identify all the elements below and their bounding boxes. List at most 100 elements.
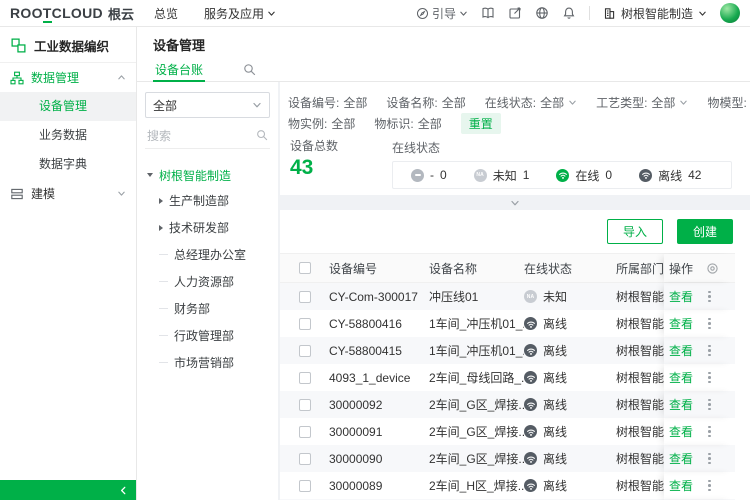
view-link[interactable]: 查看: [669, 423, 693, 440]
device-name-cell: 冲压线01: [429, 288, 524, 305]
filter-label: 在线状态:: [485, 94, 536, 111]
create-button[interactable]: 创建: [677, 219, 733, 244]
row-checkbox[interactable]: [299, 345, 311, 357]
import-button[interactable]: 导入: [607, 219, 663, 244]
view-link[interactable]: 查看: [669, 450, 693, 467]
table-row[interactable]: 300000922车间_G区_焊接...离线树根智能制造查看: [280, 391, 735, 418]
sidebar-item-数据字典[interactable]: 数据字典: [0, 150, 136, 179]
sidebar-item-业务数据[interactable]: 业务数据: [0, 121, 136, 150]
row-checkbox-cell: [280, 372, 329, 384]
dept-cell: 树根智能制造: [616, 369, 664, 386]
tree-node-技术研发部[interactable]: 技术研发部: [145, 214, 270, 241]
topnav-item-overview[interactable]: 总览: [154, 5, 178, 22]
status-dot-offline: [524, 425, 537, 438]
guide-label: 引导: [432, 5, 456, 22]
table-row[interactable]: CY-Com-300017冲压线01NA未知树根智能制造查看: [280, 283, 735, 310]
row-menu-button[interactable]: [706, 478, 713, 494]
filter-row-2: 物实例:全部 物标识:全部 重置: [288, 114, 742, 132]
row-checkbox[interactable]: [299, 291, 311, 303]
view-link[interactable]: 查看: [669, 342, 693, 359]
tab-search-icon[interactable]: [243, 63, 256, 76]
view-link[interactable]: 查看: [669, 396, 693, 413]
filter-物模型[interactable]: 物模型:全部: [707, 94, 750, 111]
tree-root-node[interactable]: 树根智能制造: [145, 163, 270, 187]
row-checkbox[interactable]: [299, 426, 311, 438]
table-row[interactable]: CY-588004161车间_冲压机01_...离线树根智能制造查看: [280, 310, 735, 337]
filter-card: 设备编号:全部 设备名称:全部 在线状态:全部 工艺类型:全部 物模型:全部 物实例:全…: [280, 82, 750, 195]
status-dot-offline: [524, 371, 537, 384]
table-row[interactable]: 300000902车间_G区_焊接...离线树根智能制造查看: [280, 445, 735, 472]
toolbar: 导入 创建: [280, 210, 750, 244]
main-area: 设备管理 设备台账 全部 搜索 树根智能制造生产: [137, 27, 750, 500]
na-glyph: NA: [476, 172, 484, 178]
gear-icon[interactable]: [706, 262, 719, 275]
filter-物标识[interactable]: 物标识:全部: [374, 115, 441, 132]
topnav-menu: 总览 服务及应用: [154, 5, 276, 22]
tenant-switcher[interactable]: 树根智能制造: [603, 5, 707, 22]
tree-node-行政管理部[interactable]: 行政管理部: [145, 322, 270, 349]
workorder-button[interactable]: [508, 6, 522, 20]
filter-设备名称[interactable]: 设备名称:全部: [386, 94, 465, 111]
ops-cell: 查看: [664, 391, 734, 418]
filter-物实例[interactable]: 物实例:全部: [288, 115, 355, 132]
tree-node-总经理办公室[interactable]: 总经理办公室: [145, 241, 270, 268]
building-icon: [603, 7, 616, 20]
sidebar-collapse-button[interactable]: [0, 480, 136, 500]
row-checkbox-cell: [280, 318, 329, 330]
sidebar-section-建模[interactable]: 建模: [0, 179, 136, 208]
table-row[interactable]: CY-588004151车间_冲压机01_...离线树根智能制造查看: [280, 337, 735, 364]
view-link[interactable]: 查看: [669, 477, 693, 494]
row-menu-button[interactable]: [706, 451, 713, 467]
row-checkbox[interactable]: [299, 480, 311, 492]
dept-cell: 树根智能制造: [616, 450, 664, 467]
device-id-cell: CY-58800415: [329, 344, 429, 358]
row-checkbox[interactable]: [299, 453, 311, 465]
tab-device-ledger[interactable]: 设备台账: [153, 58, 205, 82]
filter-设备编号[interactable]: 设备编号:全部: [288, 94, 367, 111]
row-menu-button[interactable]: [706, 370, 713, 386]
filter-在线状态[interactable]: 在线状态:全部: [485, 94, 577, 111]
row-checkbox[interactable]: [299, 318, 311, 330]
row-menu-button[interactable]: [706, 343, 713, 359]
view-link[interactable]: 查看: [669, 315, 693, 332]
language-button[interactable]: [535, 6, 549, 20]
reset-filters-button[interactable]: 重置: [461, 113, 501, 134]
stats-collapse-toggle[interactable]: [280, 195, 750, 210]
status-text: 离线: [543, 342, 567, 359]
tree-root-label: 树根智能制造: [159, 167, 231, 184]
view-link[interactable]: 查看: [669, 288, 693, 305]
topnav-item-label: 总览: [154, 5, 178, 22]
sidebar-section-数据管理[interactable]: 数据管理: [0, 63, 136, 92]
avatar[interactable]: [720, 3, 740, 23]
docs-button[interactable]: [481, 6, 495, 20]
view-link[interactable]: 查看: [669, 369, 693, 386]
row-menu-button[interactable]: [706, 424, 713, 440]
guide-button[interactable]: 引导: [416, 5, 468, 22]
table-row[interactable]: 300000912车间_G区_焊接...离线树根智能制造查看: [280, 418, 735, 445]
table-row[interactable]: 4093_1_device2车间_母线回路_...离线树根智能制造查看: [280, 364, 735, 391]
row-menu-button[interactable]: [706, 316, 713, 332]
tree-search-input[interactable]: 搜索: [145, 122, 270, 149]
sidebar-item-设备管理[interactable]: 设备管理: [0, 92, 136, 121]
row-checkbox[interactable]: [299, 399, 311, 411]
table-row[interactable]: 300000892车间_H区_焊接...离线树根智能制造查看: [280, 472, 735, 499]
row-menu-button[interactable]: [706, 289, 713, 305]
rootcloud-logo[interactable]: ROOTCLOUD 根云: [10, 4, 134, 23]
row-checkbox[interactable]: [299, 372, 311, 384]
tree-node-市场营销部[interactable]: 市场营销部: [145, 349, 270, 376]
filter-label: 物实例:: [288, 115, 327, 132]
filter-工艺类型[interactable]: 工艺类型:全部: [596, 94, 688, 111]
notifications-button[interactable]: [562, 6, 576, 20]
status-dot-offline: [524, 479, 537, 492]
tree-filter-select[interactable]: 全部: [145, 92, 270, 118]
tree-node-生产制造部[interactable]: 生产制造部: [145, 187, 270, 214]
topnav-item-services[interactable]: 服务及应用: [204, 5, 276, 22]
sidebar: 工业数据编织 数据管理设备管理业务数据数据字典建模: [0, 27, 137, 500]
row-menu-button[interactable]: [706, 397, 713, 413]
tree-node-人力资源部[interactable]: 人力资源部: [145, 268, 270, 295]
online-status-label: 在线状态: [392, 139, 732, 156]
select-all-checkbox[interactable]: [299, 262, 311, 274]
chevron-down-icon: [117, 189, 126, 198]
tree-node-财务部[interactable]: 财务部: [145, 295, 270, 322]
logo-text-cn: 根云: [108, 4, 134, 23]
